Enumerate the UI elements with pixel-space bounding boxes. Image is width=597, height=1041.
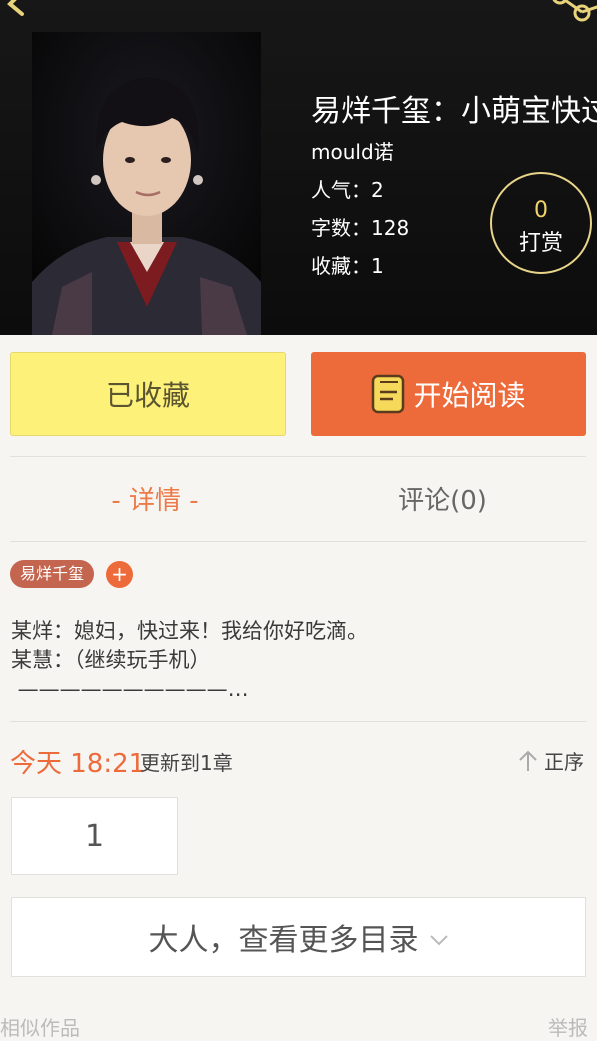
reward-count: 0 (534, 198, 548, 223)
word-count-stat: 字数：128 (311, 216, 410, 240)
similar-works-heading: 相似作品 (0, 1016, 80, 1040)
sort-order-toggle[interactable]: 正序 (518, 746, 584, 775)
back-arrow-icon[interactable] (0, 0, 36, 30)
divider (10, 721, 586, 722)
book-header: 易烊千玺：小萌宝快过来 mould诺 人气：2 字数：128 收藏：1 0 打赏 (0, 0, 597, 335)
update-time: 今天 18:21 (10, 749, 146, 779)
synopsis-text[interactable]: 某烊：媳妇，快过来！我给你好吃滴。 某慧：（继续玩手机） ——————————… (11, 617, 368, 704)
divider (10, 456, 586, 457)
chapter-1-button[interactable]: 1 (11, 797, 178, 875)
update-status: 更新到1章 (140, 751, 233, 775)
start-reading-label: 开始阅读 (413, 379, 526, 412)
chevron-down-icon (429, 935, 448, 946)
popularity-stat: 人气：2 (311, 178, 384, 202)
chapter-number: 1 (84, 818, 105, 854)
add-tag-button[interactable]: + (106, 561, 133, 588)
book-cover-image (32, 32, 261, 335)
reward-button[interactable]: 0 打赏 (490, 172, 592, 274)
book-icon (372, 374, 405, 414)
reward-label: 打赏 (518, 231, 563, 256)
book-title: 易烊千玺：小萌宝快过来 (311, 94, 597, 129)
book-author[interactable]: mould诺 (311, 136, 394, 165)
divider (10, 541, 586, 542)
sort-up-arrow-icon (519, 750, 537, 771)
tab-comments[interactable]: 评论(0) (300, 480, 585, 517)
favorites-stat: 收藏：1 (311, 254, 384, 278)
favorited-label: 已收藏 (105, 379, 190, 412)
start-reading-button[interactable]: 开始阅读 (311, 352, 586, 436)
tab-detail[interactable]: - 详情 - (0, 480, 310, 517)
more-chapters-label: 大人，查看更多目录 (148, 923, 419, 958)
share-icon[interactable] (548, 0, 597, 32)
favorited-button[interactable]: 已收藏 (10, 352, 286, 436)
tag-chip[interactable]: 易烊千玺 (10, 560, 95, 588)
more-chapters-button[interactable]: 大人，查看更多目录 (11, 897, 586, 977)
sort-label: 正序 (544, 750, 584, 774)
report-link[interactable]: 举报 (548, 1012, 588, 1041)
